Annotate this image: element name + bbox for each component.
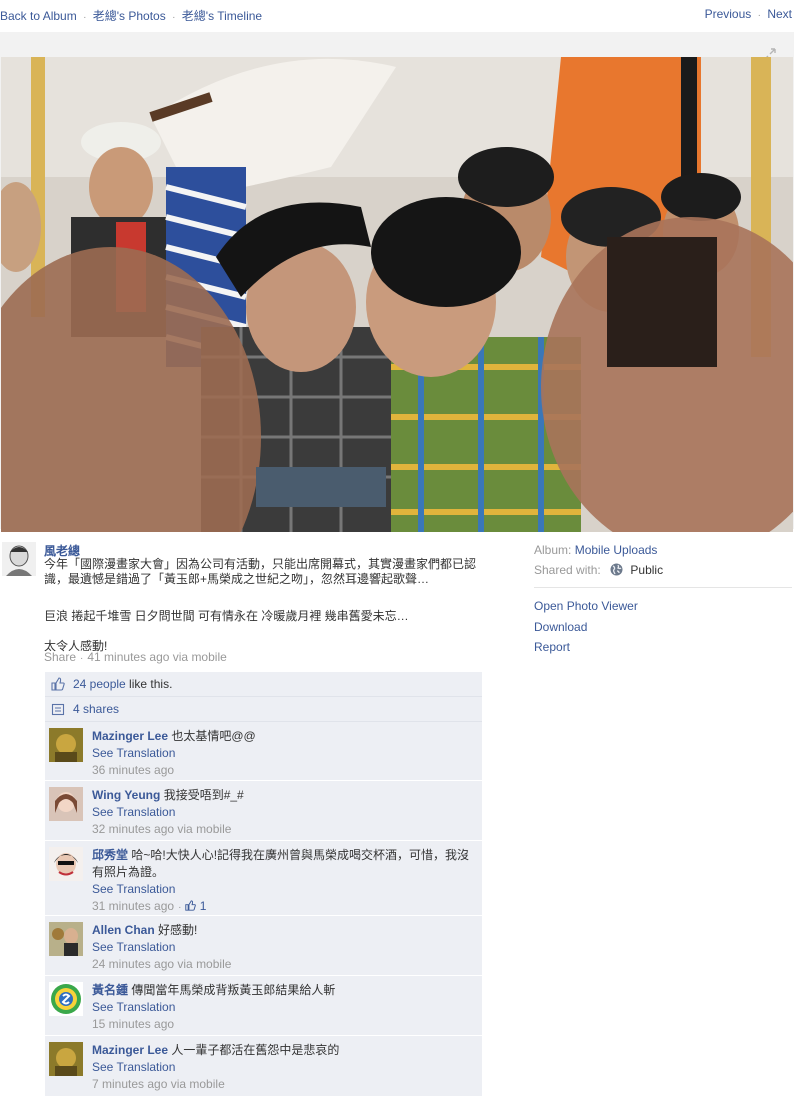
likes-summary: 24 people like this. [73,677,172,691]
commenter-avatar[interactable] [49,787,83,821]
commenter-name-link[interactable]: Allen Chan [92,923,155,937]
feedback-panel: 24 people like this. 4 shares Mazinger L… [45,672,482,1097]
photo-pager: Previous · Next [705,7,792,21]
commenter-avatar-image [49,982,83,1016]
previous-photo-link[interactable]: Previous [705,7,752,21]
commenter-avatar-image [49,787,83,821]
see-translation-link[interactable]: See Translation [92,1059,472,1076]
commenter-avatar[interactable] [49,1042,83,1076]
comment-item: Allen Chan 好感動! See Translation 24 minut… [45,916,482,976]
album-link[interactable]: Mobile Uploads [575,543,658,557]
album-label: Album: [534,543,572,557]
comment-text: 傳聞當年馬榮成背叛黃玉郎結果給人斬 [131,983,336,997]
owner-avatar[interactable] [2,542,36,576]
likes-row: 24 people like this. [45,672,482,697]
back-to-album-link[interactable]: Back to Album [0,9,77,23]
commenter-avatar-image [49,1042,83,1076]
commenter-avatar[interactable] [49,847,83,881]
caption-paragraph: 今年「國際漫畫家大會」因為公司有活動，只能出席開幕式，其實漫畫家們都已認識，最遺… [44,557,477,586]
comment-text: 人一輩子都活在舊怨中是悲哀的 [171,1043,340,1057]
post-timestamp[interactable]: 41 minutes ago via mobile [87,650,226,664]
comment-item: 邱秀堂 哈~哈!大快人心!記得我在廣州曾與馬榮成喝交杯酒，可惜，我沒有照片為證。… [45,841,482,916]
next-photo-link[interactable]: Next [767,7,792,21]
owner-timeline-link[interactable]: 老總's Timeline [182,9,262,23]
commenter-name-link[interactable]: Wing Yeung [92,788,160,802]
photo-nav-bar: Back to Album · 老總's Photos · 老總's Timel… [0,0,804,30]
open-photo-viewer-link[interactable]: Open Photo Viewer [534,599,638,613]
comment-text: 我接受唔到#_# [163,788,244,802]
see-translation-link[interactable]: See Translation [92,804,472,821]
see-translation-link[interactable]: See Translation [92,745,472,762]
nav-separator: · [757,10,761,21]
photo-sidebar: Album: Mobile Uploads Shared with: Publi… [534,541,794,659]
commenter-avatar-image [49,847,83,881]
comment-text: 哈~哈!大快人心!記得我在廣州曾與馬榮成喝交杯酒，可惜，我沒有照片為證。 [92,848,470,879]
nav-separator: · [172,12,176,23]
comment-item: Mazinger Lee 人一輩子都活在舊怨中是悲哀的 See Translat… [45,1036,482,1097]
comment-timestamp[interactable]: 32 minutes ago via mobile [92,821,472,838]
privacy-value[interactable]: Public [630,563,663,577]
owner-photos-link[interactable]: 老總's Photos [93,9,166,23]
commenter-name-link[interactable]: 黃名鍾 [92,983,128,997]
share-link[interactable]: Share [44,650,76,664]
commenter-name-link[interactable]: Mazinger Lee [92,729,168,743]
sidebar-divider [534,587,792,588]
comment-item: Mazinger Lee 也太基情吧@@ See Translation 36 … [45,722,482,781]
see-translation-link[interactable]: See Translation [92,999,472,1016]
thumbs-up-icon [185,900,197,911]
comment-timestamp[interactable]: 36 minutes ago [92,762,472,779]
see-translation-link[interactable]: See Translation [92,881,472,898]
likes-suffix: like this. [125,677,173,691]
report-link[interactable]: Report [534,640,570,654]
meta-separator: · [178,902,182,913]
privacy-info: Shared with: Public [534,561,794,581]
nav-separator: · [83,12,87,23]
comment-timestamp[interactable]: 24 minutes ago via mobile [92,956,472,973]
commenter-avatar[interactable] [49,922,83,956]
comment-timestamp[interactable]: 31 minutes ago [92,899,174,913]
comment-timestamp[interactable]: 7 minutes ago via mobile [92,1076,472,1093]
shares-link[interactable]: 4 shares [73,702,119,716]
shared-with-label: Shared with: [534,563,601,577]
album-info: Album: Mobile Uploads [534,541,794,561]
photo-caption: 今年「國際漫畫家大會」因為公司有活動，只能出席開幕式，其實漫畫家們都已認識，最遺… [44,557,484,654]
comment-item: 黃名鍾 傳聞當年馬榮成背叛黃玉郎結果給人斬 See Translation 15… [45,976,482,1036]
commenter-avatar-image [49,728,83,762]
download-link[interactable]: Download [534,620,587,634]
comment-text: 也太基情吧@@ [171,729,256,743]
comment-timestamp[interactable]: 15 minutes ago [92,1016,472,1033]
commenter-avatar[interactable] [49,728,83,762]
see-translation-link[interactable]: See Translation [92,939,472,956]
comment-like-count[interactable]: 1 [185,899,206,913]
commenter-name-link[interactable]: Mazinger Lee [92,1043,168,1057]
commenter-avatar-image [49,922,83,956]
meta-separator: · [80,653,84,664]
globe-icon [610,563,623,576]
comment-meta: 31 minutes ago · 1 [92,898,472,916]
main-photo[interactable] [1,57,793,532]
commenter-name-link[interactable]: 邱秀堂 [92,848,128,862]
photo-breadcrumb: Back to Album · 老總's Photos · 老總's Timel… [0,7,262,24]
post-meta: Share · 41 minutes ago via mobile [44,650,227,664]
share-icon [51,703,65,716]
caption-paragraph: 巨浪 捲起千堆雪 日夕問世間 可有情永在 冷暖歲月裡 幾串舊愛未忘… [44,609,409,623]
comment-like-number: 1 [199,899,207,913]
likers-link[interactable]: 24 people [73,677,126,691]
shares-row: 4 shares [45,697,482,722]
thumbs-up-icon [51,677,65,691]
owner-avatar-image [2,542,36,576]
comment-text: 好感動! [158,923,198,937]
comment-item: Wing Yeung 我接受唔到#_# See Translation 32 m… [45,781,482,841]
photo-stage [0,32,794,532]
commenter-avatar[interactable] [49,982,83,1016]
photo-illustration [1,57,793,532]
